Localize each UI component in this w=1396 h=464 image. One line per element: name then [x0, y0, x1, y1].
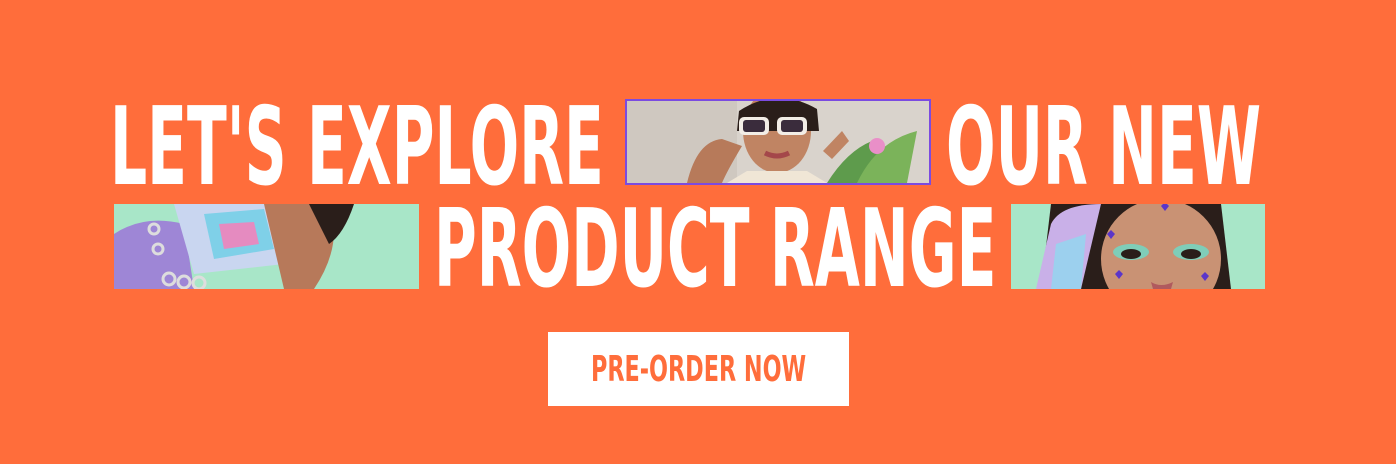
model-face-hearts-photo — [1011, 204, 1265, 289]
headline-our-new: OUR NEW — [946, 85, 1262, 210]
model-holographic-illustration — [114, 204, 419, 289]
headline-lets-explore: LET'S EXPLORE — [110, 85, 604, 210]
pre-order-now-button[interactable]: PRE-ORDER NOW — [548, 332, 849, 406]
model-sunglasses-illustration — [627, 101, 929, 183]
promo-banner: LET'S EXPLORE OUR NEW PRODUCT RANGE PRE-… — [0, 0, 1396, 464]
pre-order-now-label: PRE-ORDER NOW — [590, 348, 807, 390]
headline-product-range: PRODUCT RANGE — [434, 187, 997, 312]
model-holographic-top-photo — [114, 204, 419, 289]
model-face-illustration — [1011, 204, 1265, 289]
model-sunglasses-photo — [625, 99, 931, 185]
